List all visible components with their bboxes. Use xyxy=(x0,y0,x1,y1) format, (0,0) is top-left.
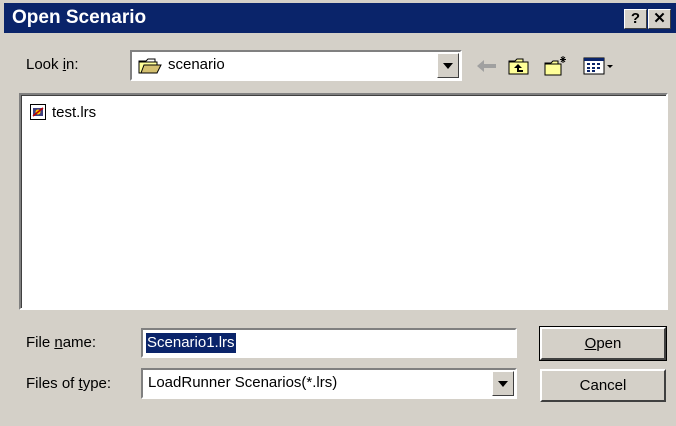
file-name-input[interactable]: Scenario1.lrs xyxy=(141,328,517,358)
open-button-label: pen xyxy=(596,335,622,352)
open-scenario-dialog: Open Scenario ? ✕ Look in: scenario test… xyxy=(0,0,676,426)
new-folder-button[interactable] xyxy=(543,55,569,77)
dialog-title: Open Scenario xyxy=(12,7,147,28)
open-button[interactable]: Open xyxy=(539,326,667,361)
up-one-level-button[interactable] xyxy=(506,55,532,77)
chevron-down-icon xyxy=(443,62,453,69)
back-button[interactable] xyxy=(474,55,500,77)
open-button-key: O xyxy=(584,335,597,352)
view-menu-icon xyxy=(582,57,622,81)
file-list[interactable]: test.lrs xyxy=(19,93,668,310)
folder-icon xyxy=(138,57,162,79)
up-one-level-icon xyxy=(506,58,532,81)
help-button[interactable]: ? xyxy=(624,9,647,29)
look-in-combobox[interactable]: scenario xyxy=(130,50,462,81)
file-type-label: Files of type: xyxy=(26,375,112,392)
file-type-dropdown-button[interactable] xyxy=(492,371,514,396)
file-type-value: LoadRunner Scenarios(*.lrs) xyxy=(148,374,338,391)
close-button[interactable]: ✕ xyxy=(648,9,671,29)
new-folder-icon xyxy=(543,56,569,81)
file-name-value: Scenario1.lrs xyxy=(146,333,236,353)
scenario-file-icon xyxy=(30,104,47,125)
file-name-text: test.lrs xyxy=(52,104,97,121)
chevron-down-icon xyxy=(498,380,508,387)
back-arrow-icon xyxy=(474,60,500,81)
look-in-dropdown-button[interactable] xyxy=(437,53,459,78)
look-in-value: scenario xyxy=(168,56,225,73)
title-bar[interactable]: Open Scenario ? ✕ xyxy=(4,3,676,33)
view-menu-button[interactable] xyxy=(582,55,622,77)
close-icon: ✕ xyxy=(653,10,666,27)
cancel-button[interactable]: Cancel xyxy=(540,369,666,402)
file-type-combobox[interactable]: LoadRunner Scenarios(*.lrs) xyxy=(141,368,517,399)
look-in-label: Look in: xyxy=(26,56,79,73)
file-name-label: File name: xyxy=(26,334,97,351)
